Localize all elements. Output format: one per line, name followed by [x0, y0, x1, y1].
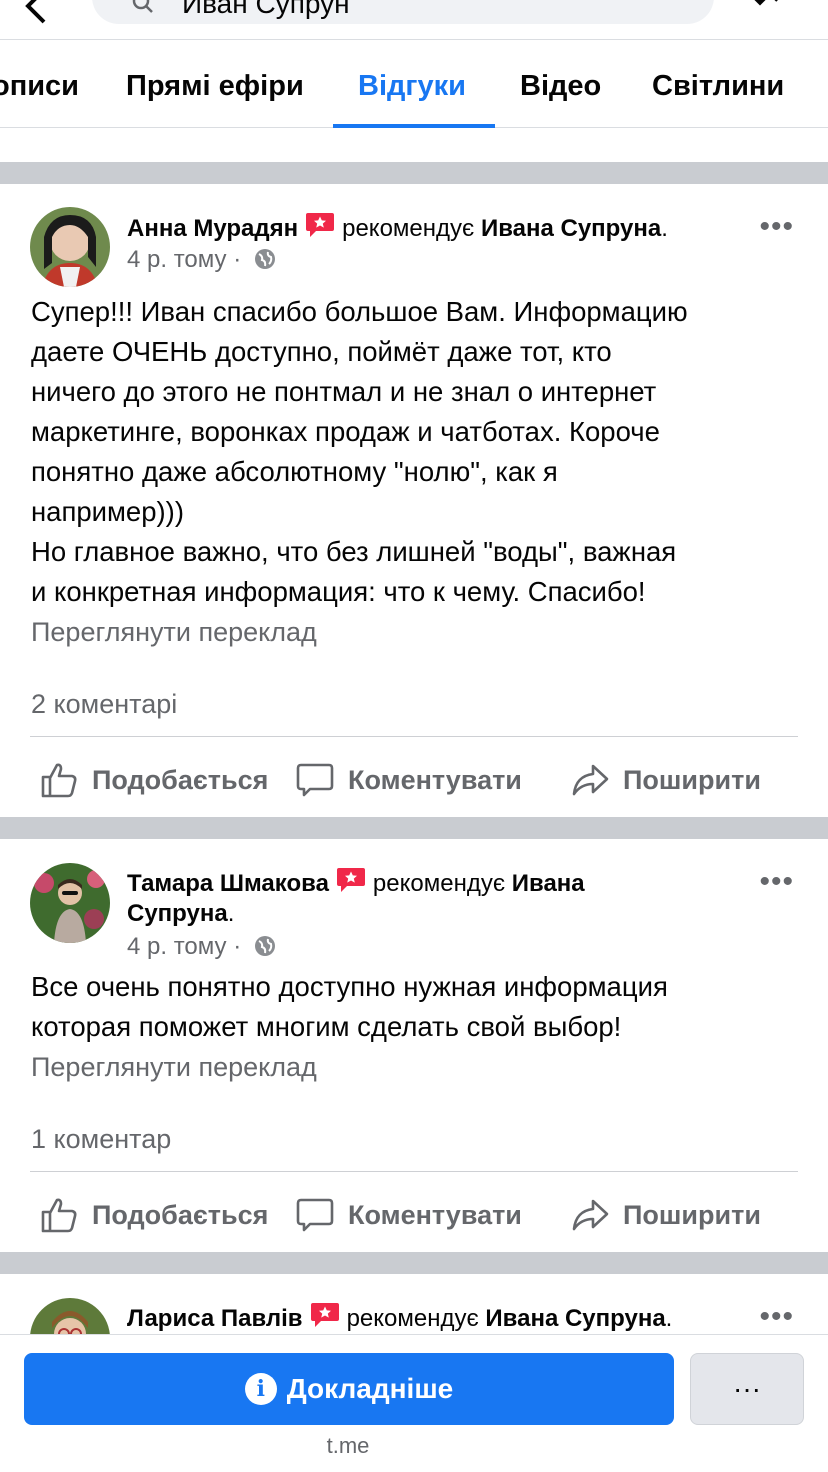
learn-more-button[interactable]: i Докладніше [24, 1353, 674, 1425]
recommended-page[interactable]: Ивана Супруна [481, 215, 661, 242]
like-icon [41, 763, 77, 798]
recommendation-icon [336, 868, 365, 892]
search-icon [132, 0, 153, 13]
post-text: Все очень понятно доступно нужная информ… [31, 971, 668, 1042]
avatar[interactable] [30, 863, 110, 943]
back-arrow-icon[interactable] [22, 0, 52, 35]
recommended-page[interactable]: Ивана [512, 870, 585, 897]
recommended-page[interactable]: Ивана Супруна [485, 1305, 665, 1332]
messenger-icon[interactable] [742, 0, 782, 19]
post-time: 4 р. тому · [127, 933, 276, 961]
post-separator [0, 162, 828, 184]
review-post: Тамара Шмакова рекомендує Ивана Супруна. 4… [0, 839, 828, 1251]
comment-button[interactable]: Коментувати [296, 1185, 522, 1245]
see-translation-link[interactable]: Переглянути переклад [31, 1052, 317, 1083]
recommends-text: рекомендує [346, 1305, 479, 1332]
recommends-text: рекомендує [342, 215, 475, 242]
profile-tabs: описи Прямі ефіри Відгуки Відео Світлини [0, 40, 828, 128]
comments-count[interactable]: 2 коментарі [31, 689, 177, 720]
post-header: Тамара Шмакова рекомендує Ивана Супруна. [127, 867, 747, 929]
tab-posts[interactable]: описи [0, 70, 79, 103]
globe-icon [254, 249, 275, 269]
info-icon: i [244, 1373, 277, 1405]
divider [30, 736, 798, 737]
page: Иван Супрун описи Прямі ефіри Відгуки Ві… [0, 0, 828, 1472]
like-button[interactable]: Подобається [40, 750, 268, 810]
recommendation-icon [306, 213, 335, 237]
share-button[interactable]: Поширити [571, 750, 761, 810]
post-header: Лариса Павлів рекомендує Ивана Супруна. [127, 1302, 747, 1334]
post-actions: Подобається Коментувати Поширити [0, 1185, 828, 1245]
recommended-page-cont[interactable]: Супруна [127, 900, 228, 927]
comments-count[interactable]: 1 коментар [31, 1124, 171, 1155]
author-name[interactable]: Анна Мурадян [127, 215, 298, 242]
post-actions: Подобається Коментувати Поширити [0, 750, 828, 810]
more-options-icon[interactable]: ••• [759, 865, 794, 899]
author-name[interactable]: Тамара Шмакова [127, 870, 329, 897]
bottom-action-bar: i Докладніше ··· t.me [0, 1334, 828, 1472]
tab-video[interactable]: Відео [520, 70, 601, 103]
post-separator [0, 817, 828, 839]
more-options-icon[interactable]: ••• [759, 210, 794, 244]
globe-icon [254, 936, 275, 956]
post-header: Анна Мурадян рекомендує Ивана Супруна. [127, 212, 747, 244]
top-bar: Иван Супрун [0, 0, 828, 40]
tab-photos[interactable]: Світлини [652, 70, 784, 103]
active-tab-indicator [333, 124, 495, 128]
like-icon [41, 1198, 77, 1233]
recommends-text: рекомендує [372, 870, 506, 897]
review-post: Лариса Павлів рекомендує Ивана Супруна. •… [0, 1274, 828, 1334]
comment-icon [296, 1198, 334, 1232]
recommendation-icon [310, 1303, 339, 1327]
post-time: 4 р. тому · [127, 246, 276, 274]
share-icon [572, 764, 609, 796]
see-translation-link[interactable]: Переглянути переклад [31, 617, 317, 648]
post-separator [0, 1252, 828, 1274]
more-options-icon[interactable]: ••• [759, 1300, 794, 1334]
share-icon [572, 1199, 609, 1231]
time-text[interactable]: 4 р. тому [127, 246, 227, 273]
tab-reviews[interactable]: Відгуки [358, 70, 466, 103]
author-name[interactable]: Лариса Павлів [127, 1305, 303, 1332]
avatar[interactable] [30, 207, 110, 287]
like-button[interactable]: Подобається [40, 1185, 268, 1245]
post-text: Супер!!! Иван спасибо большое Вам. Инфор… [31, 296, 688, 607]
comment-button[interactable]: Коментувати [296, 750, 522, 810]
time-text[interactable]: 4 р. тому [127, 933, 227, 960]
tab-live[interactable]: Прямі ефіри [126, 70, 304, 103]
search-input[interactable]: Иван Супрун [92, 0, 714, 24]
link-domain: t.me [326, 1433, 370, 1458]
divider [30, 1171, 798, 1172]
search-text: Иван Супрун [182, 0, 350, 19]
avatar[interactable] [30, 1298, 110, 1334]
share-button[interactable]: Поширити [571, 1185, 761, 1245]
review-post: Анна Мурадян рекомендує Ивана Супруна. 4 … [0, 184, 828, 816]
comment-icon [296, 763, 334, 797]
more-button[interactable]: ··· [690, 1353, 804, 1425]
